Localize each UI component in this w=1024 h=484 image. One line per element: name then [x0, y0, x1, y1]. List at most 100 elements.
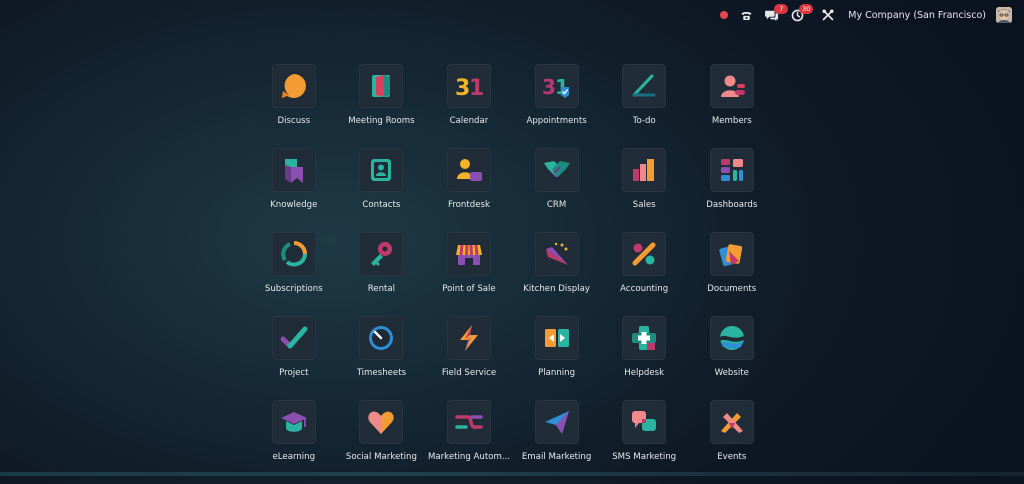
- app-label: Helpdesk: [624, 368, 665, 378]
- app-point-of-sale[interactable]: Point of Sale: [425, 232, 513, 316]
- social-marketing-icon: [368, 411, 395, 434]
- app-label: SMS Marketing: [612, 452, 677, 462]
- app-label: Project: [279, 368, 309, 378]
- app-helpdesk[interactable]: Helpdesk: [600, 316, 688, 400]
- app-timesheets[interactable]: Timesheets: [338, 316, 426, 400]
- app-label: CRM: [546, 200, 567, 210]
- app-label: Field Service: [441, 368, 497, 378]
- app-label: Dashboards: [706, 200, 758, 210]
- record-dot-icon: [720, 11, 729, 19]
- activities-button[interactable]: 30: [791, 0, 814, 30]
- app-contacts[interactable]: Contacts: [338, 148, 426, 232]
- apps-grid: Discuss Meeting Rooms 3 1 Calendar 3 1: [250, 64, 776, 484]
- timesheets-icon: [369, 326, 394, 350]
- kitchen-display-icon: [545, 242, 568, 265]
- app-appointments[interactable]: 3 1 Appointments: [513, 64, 601, 148]
- app-label: Email Marketing: [521, 452, 592, 462]
- point-of-sale-icon: [455, 244, 482, 265]
- app-label: Social Marketing: [345, 452, 417, 462]
- activities-badge: 30: [799, 4, 814, 14]
- app-label: To-do: [632, 116, 656, 126]
- messages-button[interactable]: 7: [765, 0, 789, 30]
- app-rental[interactable]: Rental: [338, 232, 426, 316]
- app-label: Discuss: [277, 116, 311, 126]
- app-label: Accounting: [620, 284, 669, 294]
- sales-icon: [633, 159, 655, 181]
- app-label: Rental: [367, 284, 396, 294]
- helpdesk-icon: [632, 326, 657, 350]
- phone-button[interactable]: [740, 0, 753, 30]
- app-frontdesk[interactable]: Frontdesk: [425, 148, 513, 232]
- app-dashboards[interactable]: Dashboards: [688, 148, 776, 232]
- marketing-automation-icon: [455, 415, 483, 429]
- app-label: Calendar: [449, 116, 489, 126]
- app-to-do[interactable]: To-do: [600, 64, 688, 148]
- email-marketing-icon: [544, 411, 569, 434]
- dashboards-icon: [720, 159, 743, 181]
- app-label: Marketing Autom...: [427, 452, 511, 462]
- app-label: Knowledge: [270, 200, 318, 210]
- top-navbar: 7 30 My Company (San Francisco): [0, 0, 1024, 30]
- app-label: Website: [714, 368, 749, 378]
- recording-indicator[interactable]: [720, 0, 729, 30]
- app-label: Members: [711, 116, 752, 126]
- app-planning[interactable]: Planning: [513, 316, 601, 400]
- planning-icon: [544, 329, 569, 347]
- discuss-icon: [281, 74, 306, 98]
- app-crm[interactable]: CRM: [513, 148, 601, 232]
- app-website[interactable]: Website: [688, 316, 776, 400]
- app-project[interactable]: Project: [250, 316, 338, 400]
- app-label: eLearning: [272, 452, 316, 462]
- knowledge-icon: [284, 159, 303, 183]
- field-service-icon: [459, 325, 478, 351]
- events-icon: [720, 413, 743, 433]
- app-meeting-rooms[interactable]: Meeting Rooms: [338, 64, 426, 148]
- app-calendar[interactable]: 3 1 Calendar: [425, 64, 513, 148]
- app-sales[interactable]: Sales: [600, 148, 688, 232]
- svg-text:1: 1: [469, 76, 484, 101]
- messages-badge: 7: [774, 4, 789, 14]
- app-members[interactable]: Members: [688, 64, 776, 148]
- app-label: Contacts: [362, 200, 401, 210]
- appointments-icon: 3 1: [542, 75, 569, 99]
- svg-text:3: 3: [542, 75, 556, 99]
- user-avatar-icon: [996, 7, 1012, 23]
- app-field-service[interactable]: Field Service: [425, 316, 513, 400]
- company-switcher[interactable]: My Company (San Francisco): [848, 0, 986, 30]
- tools-icon: [822, 9, 834, 21]
- frontdesk-icon: [456, 159, 482, 181]
- documents-icon: [719, 244, 742, 267]
- phone-icon: [741, 11, 752, 20]
- app-kitchen-display[interactable]: Kitchen Display: [513, 232, 601, 316]
- sms-marketing-icon: [632, 411, 657, 431]
- app-discuss[interactable]: Discuss: [250, 64, 338, 148]
- subscriptions-icon: [281, 241, 307, 267]
- app-label: Kitchen Display: [523, 284, 590, 294]
- app-label: Sales: [632, 200, 656, 210]
- calendar-icon: 3 1: [455, 76, 484, 101]
- app-label: Timesheets: [356, 368, 407, 378]
- app-label: Meeting Rooms: [348, 116, 415, 126]
- crm-icon: [543, 161, 570, 177]
- app-label: Events: [717, 452, 747, 462]
- bottom-edge: [0, 472, 1024, 476]
- debug-tools-button[interactable]: [822, 0, 834, 30]
- app-label: Documents: [707, 284, 757, 294]
- app-label: Point of Sale: [442, 284, 496, 294]
- app-documents[interactable]: Documents: [688, 232, 776, 316]
- accounting-icon: [632, 242, 656, 266]
- app-label: Subscriptions: [264, 284, 323, 294]
- user-avatar[interactable]: [996, 7, 1012, 23]
- elearning-icon: [280, 412, 307, 432]
- app-accounting[interactable]: Accounting: [600, 232, 688, 316]
- project-icon: [280, 326, 308, 349]
- app-knowledge[interactable]: Knowledge: [250, 148, 338, 232]
- rental-icon: [371, 242, 393, 266]
- app-subscriptions[interactable]: Subscriptions: [250, 232, 338, 316]
- todo-icon: [632, 74, 656, 97]
- contacts-icon: [371, 159, 392, 181]
- members-icon: [720, 75, 745, 97]
- app-label: Planning: [538, 368, 576, 378]
- meeting-rooms-icon: [372, 75, 391, 97]
- website-icon: [719, 326, 744, 350]
